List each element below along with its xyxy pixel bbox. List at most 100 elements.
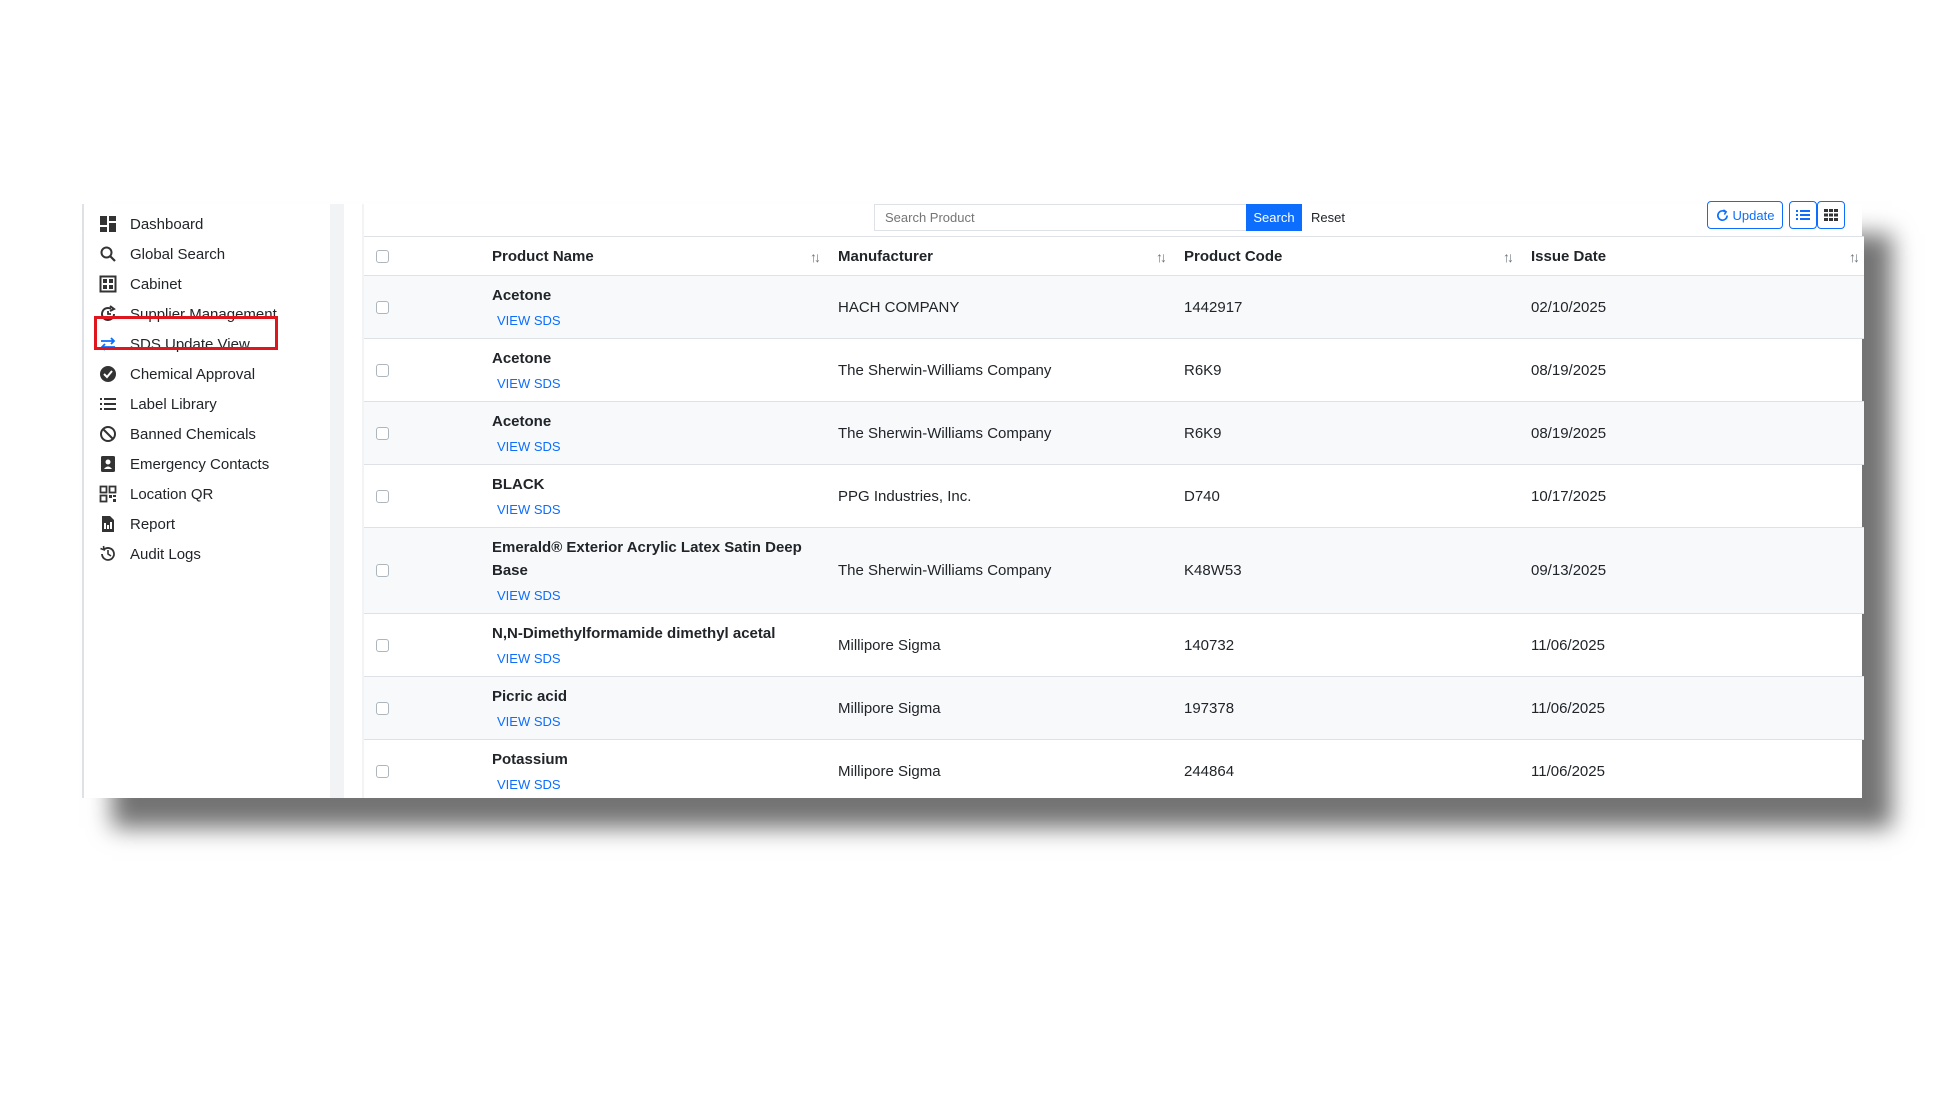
sidebar-item-label: Location QR [130,485,214,503]
row-checkbox[interactable] [376,765,389,778]
product-code: 244864 [1184,763,1235,780]
sidebar-item-label: Chemical Approval [130,365,256,383]
sidebar-item-global-search[interactable]: Global Search [98,240,225,268]
sidebar-item-emergency-contacts[interactable]: Emergency Contacts [98,450,269,478]
product-code: K48W53 [1184,562,1242,579]
list-view-icon [1796,209,1810,221]
search-input[interactable] [874,204,1246,231]
sort-icon[interactable]: ↑↓ [1849,249,1860,265]
sort-icon[interactable]: ↑↓ [1156,249,1167,265]
sidebar-item-dashboard[interactable]: Dashboard [98,210,203,238]
update-button[interactable]: Update [1707,201,1783,229]
manufacturer: The Sherwin-Williams Company [838,562,1052,579]
sidebar-item-banned-chemicals[interactable]: Banned Chemicals [98,420,256,448]
view-sds-link[interactable]: VIEW SDS [497,588,561,603]
sidebar-item-chemical-approval[interactable]: Chemical Approval [98,360,255,388]
row-checkbox[interactable] [376,301,389,314]
sidebar-item-label: Label Library [130,395,217,413]
sidebar-item-label: Cabinet [130,275,182,293]
sort-icon[interactable]: ↑↓ [810,249,821,265]
table-header: Product Name ↑↓ Manufacturer ↑↓ Product … [364,236,1864,276]
sidebar-item-label-library[interactable]: Label Library [98,390,217,418]
list-icon [98,394,118,414]
select-all-checkbox[interactable] [376,250,389,263]
issue-date: 02/10/2025 [1531,299,1607,316]
product-code: R6K9 [1184,362,1222,379]
product-name: Acetone [492,350,552,367]
sidebar-item-label: Audit Logs [130,545,201,563]
manufacturer: PPG Industries, Inc. [838,488,972,505]
search-button[interactable]: Search [1246,204,1302,231]
dashboard-icon [98,214,118,234]
issue-date: 08/19/2025 [1531,425,1607,442]
highlight-box [94,316,278,350]
sidebar-item-audit-logs[interactable]: Audit Logs [98,540,201,568]
product-name: Acetone [492,413,552,430]
sidebar-item-report[interactable]: Report [98,510,175,538]
row-checkbox[interactable] [376,702,389,715]
sidebar-item-location-qr[interactable]: Location QR [98,480,213,508]
manufacturer: Millipore Sigma [838,763,941,780]
view-sds-link[interactable]: VIEW SDS [497,651,561,666]
row-checkbox[interactable] [376,564,389,577]
row-checkbox[interactable] [376,490,389,503]
product-name: N,N-Dimethylformamide dimethyl acetal [492,625,776,642]
toolbar: Search Reset Update [364,201,1862,236]
sort-icon[interactable]: ↑↓ [1503,249,1514,265]
ban-icon [98,424,118,444]
table-row[interactable]: Acetone VIEW SDS The Sherwin-Williams Co… [364,402,1864,465]
table-row[interactable]: Picric acid VIEW SDS Millipore Sigma 197… [364,677,1864,740]
history-icon [98,544,118,564]
sidebar: Dashboard Global Search Cabinet Supplier… [82,204,344,798]
manufacturer: Millipore Sigma [838,700,941,717]
manufacturer: The Sherwin-Williams Company [838,362,1052,379]
issue-date: 08/19/2025 [1531,362,1607,379]
contact-icon [98,454,118,474]
list-view-button[interactable] [1789,201,1817,229]
table-row[interactable]: N,N-Dimethylformamide dimethyl acetal VI… [364,614,1864,677]
products-table: Product Name ↑↓ Manufacturer ↑↓ Product … [364,236,1864,802]
view-sds-link[interactable]: VIEW SDS [497,714,561,729]
issue-date: 10/17/2025 [1531,488,1607,505]
app-window: Dashboard Global Search Cabinet Supplier… [82,201,1864,798]
sidebar-item-label: Global Search [130,245,226,263]
product-name: Potassium [492,751,568,768]
view-sds-link[interactable]: VIEW SDS [497,439,561,454]
view-sds-link[interactable]: VIEW SDS [497,502,561,517]
refresh-icon [1716,208,1729,222]
table-row[interactable]: Potassium VIEW SDS Millipore Sigma 24486… [364,740,1864,802]
product-name: BLACK [492,476,545,493]
table-row[interactable]: Acetone VIEW SDS HACH COMPANY 1442917 02… [364,276,1864,339]
view-sds-link[interactable]: VIEW SDS [497,777,561,792]
search-icon [98,244,118,264]
check-badge-icon [98,364,118,384]
product-name: Picric acid [492,688,568,705]
column-header-issue-date[interactable]: Issue Date [1531,237,1606,275]
issue-date: 11/06/2025 [1531,637,1605,654]
issue-date: 09/13/2025 [1531,562,1607,579]
table-row[interactable]: Emerald® Exterior Acrylic Latex Satin De… [364,528,1864,614]
sidebar-item-cabinet[interactable]: Cabinet [98,270,182,298]
product-name: Acetone [492,287,552,304]
view-sds-link[interactable]: VIEW SDS [497,313,561,328]
table-row[interactable]: BLACK VIEW SDS PPG Industries, Inc. D740… [364,465,1864,528]
reset-button[interactable]: Reset [1302,204,1354,231]
sidebar-item-label: Emergency Contacts [130,455,270,473]
row-checkbox[interactable] [376,639,389,652]
column-header-product-name[interactable]: Product Name [492,237,594,275]
row-checkbox[interactable] [376,364,389,377]
cabinet-icon [98,274,118,294]
grid-view-button[interactable] [1817,201,1845,229]
product-code: 140732 [1184,637,1235,654]
manufacturer: HACH COMPANY [838,299,960,316]
table-row[interactable]: Acetone VIEW SDS The Sherwin-Williams Co… [364,339,1864,402]
column-header-manufacturer[interactable]: Manufacturer [838,237,933,275]
sidebar-item-label: Report [130,515,176,533]
issue-date: 11/06/2025 [1531,700,1605,717]
column-header-product-code[interactable]: Product Code [1184,237,1282,275]
issue-date: 11/06/2025 [1531,763,1605,780]
main-content: Search Reset Update Product Name ↑↓ Manu… [362,201,1864,798]
row-checkbox[interactable] [376,427,389,440]
product-code: D740 [1184,488,1220,505]
view-sds-link[interactable]: VIEW SDS [497,376,561,391]
